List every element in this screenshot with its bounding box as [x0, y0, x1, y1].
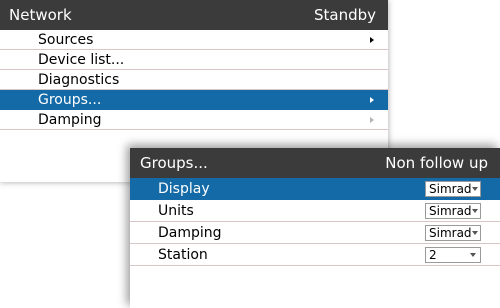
network-title-bar: Network Standby [0, 0, 388, 30]
groups-dialog: Groups... Non follow up Display Simrad U… [130, 148, 500, 308]
menu-item-label: Groups... [38, 91, 102, 108]
groups-title-bar: Groups... Non follow up [130, 148, 500, 178]
menu-item-label: Sources [38, 31, 94, 48]
groups-title: Groups... [140, 154, 208, 172]
chevron-down-icon [471, 208, 478, 213]
station-group-select[interactable]: 2 [425, 246, 481, 263]
units-group-select[interactable]: Simrad [425, 202, 481, 219]
chevron-down-icon [470, 252, 476, 257]
groups-mode: Non follow up [385, 154, 488, 172]
select-value: 2 [429, 247, 437, 262]
chevron-down-icon [471, 186, 478, 191]
submenu-arrow-icon [370, 116, 374, 123]
submenu-arrow-icon [370, 36, 374, 43]
network-status: Standby [313, 6, 376, 24]
submenu-arrow-icon [370, 96, 374, 103]
group-row-station[interactable]: Station 2 [130, 244, 500, 266]
menu-item-label: Diagnostics [38, 71, 120, 88]
menu-item-diagnostics[interactable]: Diagnostics [0, 70, 388, 90]
damping-group-select[interactable]: Simrad [425, 224, 481, 241]
group-row-display[interactable]: Display Simrad [130, 178, 500, 200]
group-row-damping[interactable]: Damping Simrad [130, 222, 500, 244]
group-row-units[interactable]: Units Simrad [130, 200, 500, 222]
network-title: Network [9, 6, 72, 24]
display-group-select[interactable]: Simrad [425, 180, 481, 197]
menu-item-device-list[interactable]: Device list... [0, 50, 388, 70]
select-value: Simrad [429, 225, 472, 240]
menu-item-groups[interactable]: Groups... [0, 90, 388, 110]
chevron-down-icon [471, 230, 478, 235]
menu-item-sources[interactable]: Sources [0, 30, 388, 50]
menu-item-label: Damping [38, 111, 102, 128]
menu-item-damping[interactable]: Damping [0, 110, 388, 130]
select-value: Simrad [429, 181, 472, 196]
select-value: Simrad [429, 203, 472, 218]
menu-item-label: Device list... [38, 51, 125, 68]
